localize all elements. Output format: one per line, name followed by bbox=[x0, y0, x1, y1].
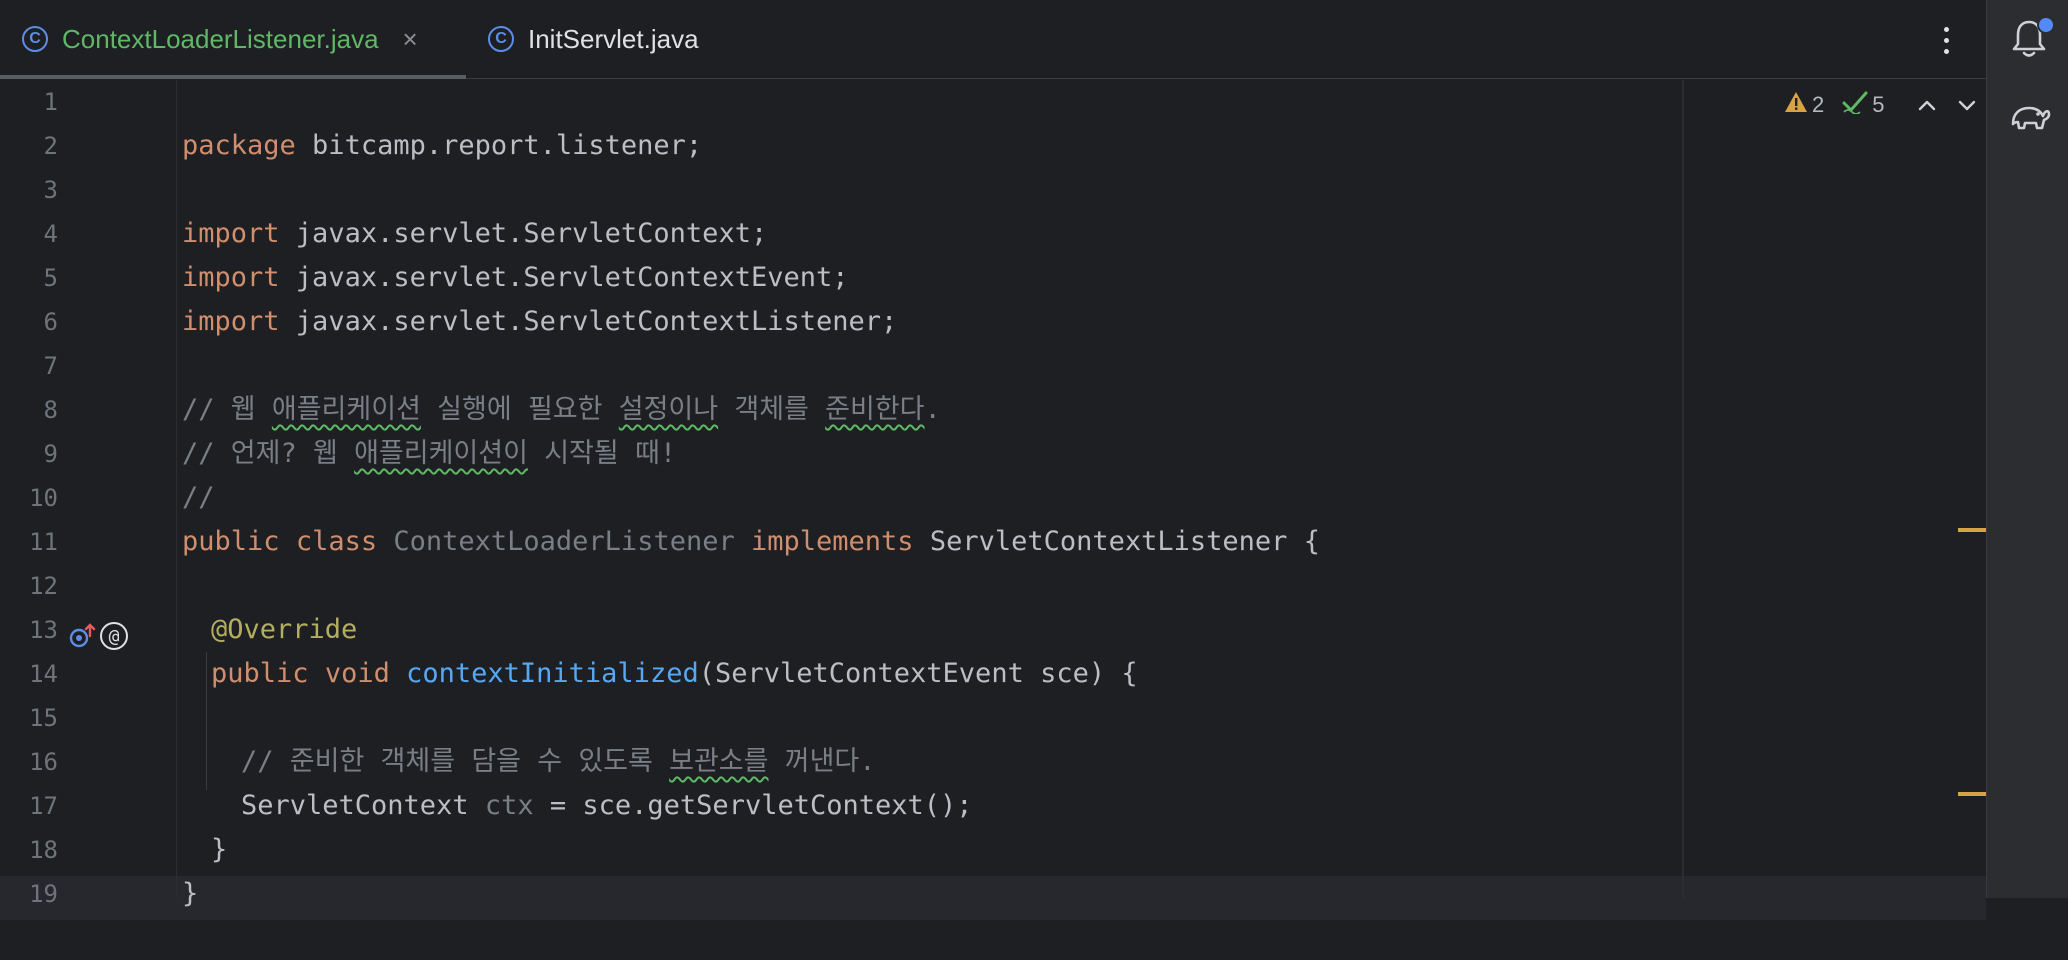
code-line: import javax.servlet.ServletContext; bbox=[182, 218, 768, 249]
warning-stripe-marker[interactable] bbox=[1958, 792, 1986, 796]
warning-icon bbox=[1784, 91, 1808, 119]
code-line: import javax.servlet.ServletContextEvent… bbox=[182, 262, 849, 293]
chevron-down-icon[interactable] bbox=[1955, 93, 1979, 117]
gutter-icons: @ bbox=[68, 614, 128, 658]
tab-init-servlet[interactable]: C InitServlet.java bbox=[488, 0, 699, 78]
annotation-icon[interactable]: @ bbox=[100, 622, 128, 650]
check-count: 5 bbox=[1872, 92, 1885, 117]
code-line: public class ContextLoaderListener imple… bbox=[182, 526, 1320, 557]
code-editor[interactable]: 1 2 3 4 5 6 7 8 9 10 11 12 13 14 15 16 1… bbox=[0, 80, 1986, 920]
editor-tab-bar: C ContextLoaderListener.java × C InitSer… bbox=[0, 0, 1986, 79]
right-tool-strip bbox=[1986, 0, 2068, 898]
class-icon: C bbox=[488, 26, 514, 52]
notifications-bell-icon[interactable] bbox=[2009, 16, 2055, 60]
code-line: public void contextInitialized(ServletCo… bbox=[211, 658, 1138, 689]
code-comment-line: // 준비한 객체를 담을 수 있도록 보관소를 꺼낸다. bbox=[241, 746, 876, 777]
tab-label: InitServlet.java bbox=[528, 23, 699, 54]
class-icon: C bbox=[22, 26, 48, 52]
code-comment-line: // 언제? 웹 애플리케이션이 시작될 때! bbox=[182, 438, 677, 469]
code-line: } bbox=[182, 878, 199, 909]
tab-context-loader-listener[interactable]: C ContextLoaderListener.java × bbox=[0, 0, 466, 79]
code-line: import javax.servlet.ServletContextListe… bbox=[182, 306, 898, 337]
code-comment-line: // 웹 애플리케이션 실행에 필요한 설정이나 객체를 준비한다. bbox=[182, 394, 941, 425]
code-line: } bbox=[211, 834, 228, 865]
notification-badge bbox=[2037, 16, 2055, 34]
chevron-up-icon[interactable] bbox=[1915, 93, 1939, 117]
code-line: @Override bbox=[211, 614, 358, 645]
warning-stripe-marker[interactable] bbox=[1958, 528, 1986, 532]
close-icon[interactable]: × bbox=[403, 26, 418, 52]
check-icon bbox=[1842, 90, 1868, 120]
code-line: ServletContext ctx = sce.getServletConte… bbox=[241, 790, 973, 821]
gradle-elephant-icon[interactable] bbox=[2007, 94, 2051, 138]
inspection-widget[interactable]: 2 5 bbox=[1784, 90, 1979, 120]
implements-method-icon[interactable] bbox=[68, 622, 96, 650]
code-comment-line: // bbox=[182, 482, 215, 513]
code-line: package bitcamp.report.listener; bbox=[182, 130, 703, 161]
more-options-icon[interactable] bbox=[1936, 20, 1956, 60]
active-tab-indicator bbox=[0, 75, 466, 79]
tab-label: ContextLoaderListener.java bbox=[62, 23, 379, 54]
warning-count: 2 bbox=[1812, 92, 1825, 117]
